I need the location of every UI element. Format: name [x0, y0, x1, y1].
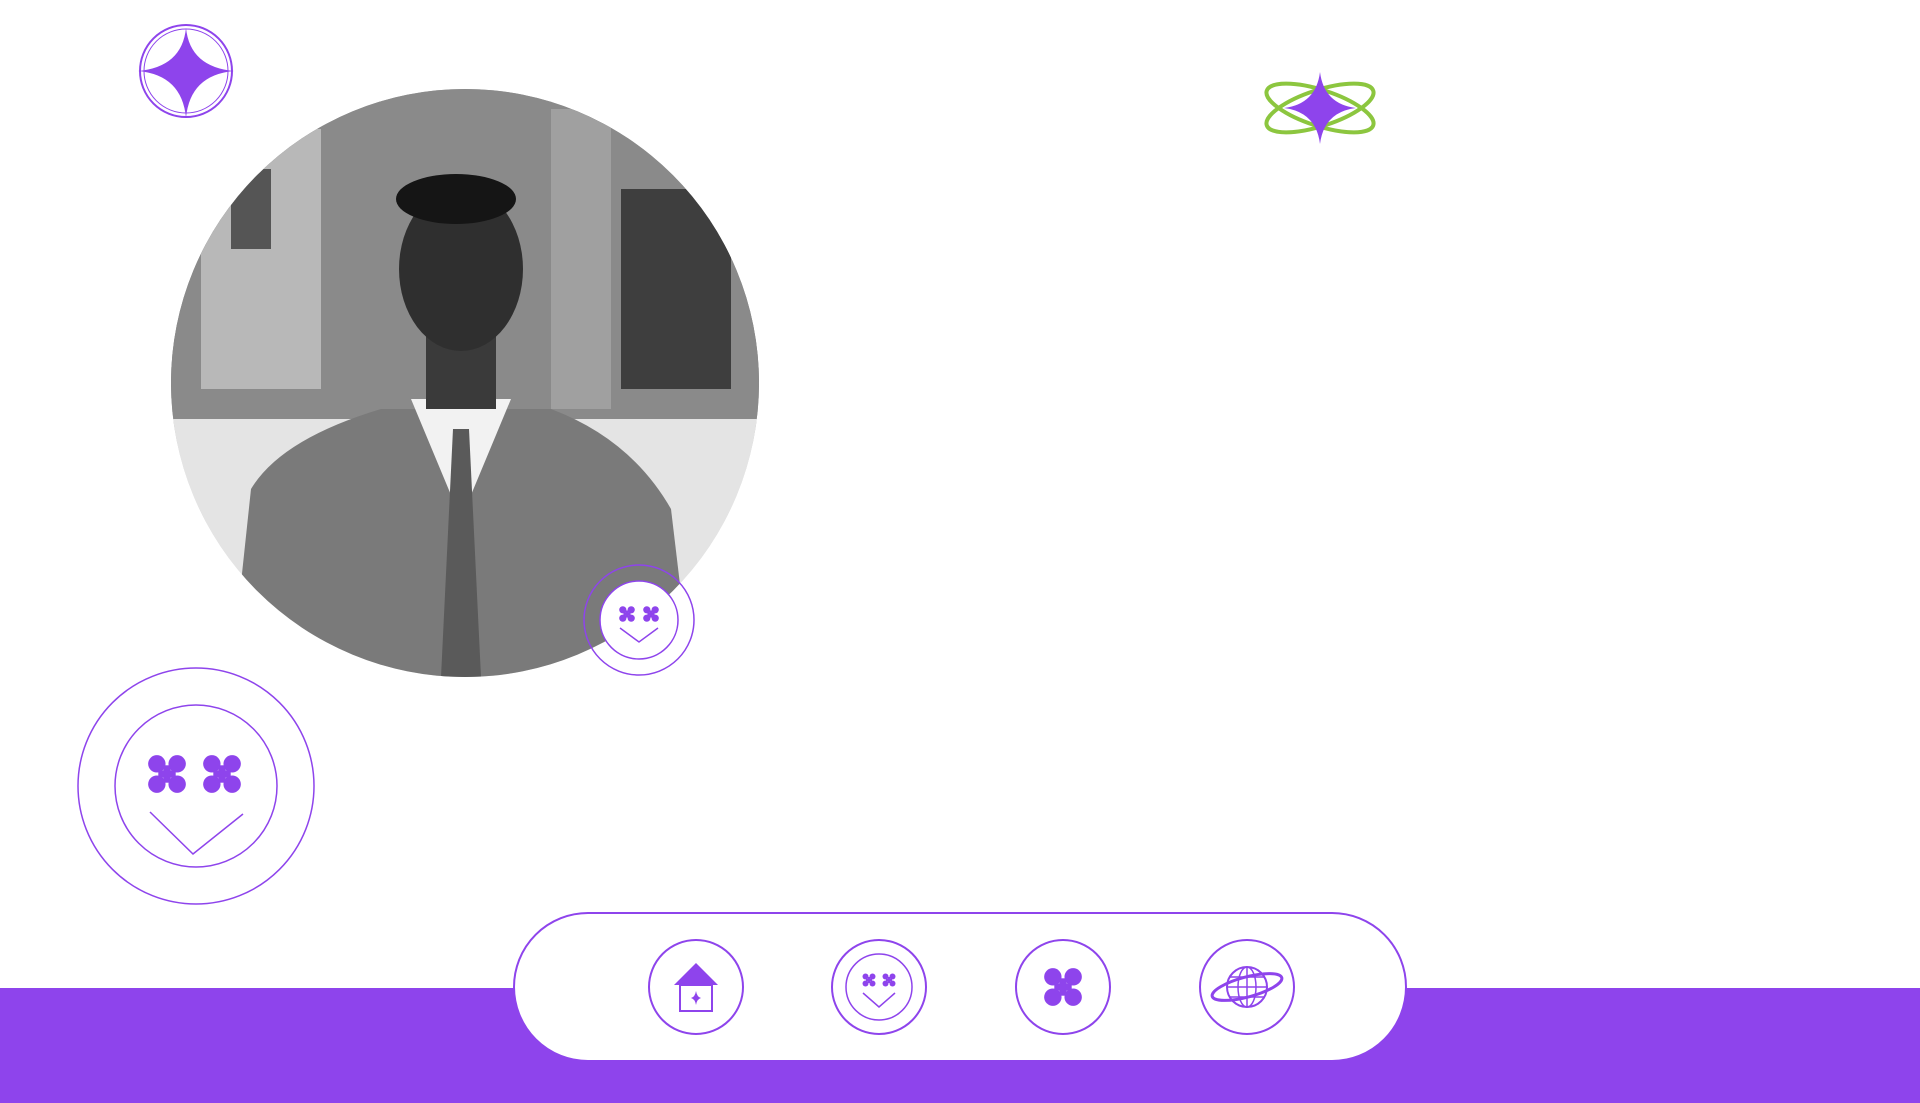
smiley-face-icon: [845, 953, 913, 1021]
globe-icon: [1210, 966, 1284, 1008]
atom-sparkle-icon: [1260, 68, 1380, 148]
large-smiley-badge: [76, 666, 316, 906]
nav-flower-button[interactable]: [1015, 939, 1111, 1035]
home-icon: [674, 963, 718, 1012]
bottom-nav: [513, 912, 1407, 1062]
smiley-face-icon: [583, 564, 695, 676]
flower-icon: [1044, 968, 1082, 1006]
photo-smiley-badge: [582, 563, 696, 677]
smiley-face-icon: [77, 667, 315, 905]
nav-smiley-button[interactable]: [831, 939, 927, 1035]
nav-globe-button[interactable]: [1199, 939, 1295, 1035]
sparkle-circle-icon: [128, 18, 244, 124]
nav-home-button[interactable]: [648, 939, 744, 1035]
